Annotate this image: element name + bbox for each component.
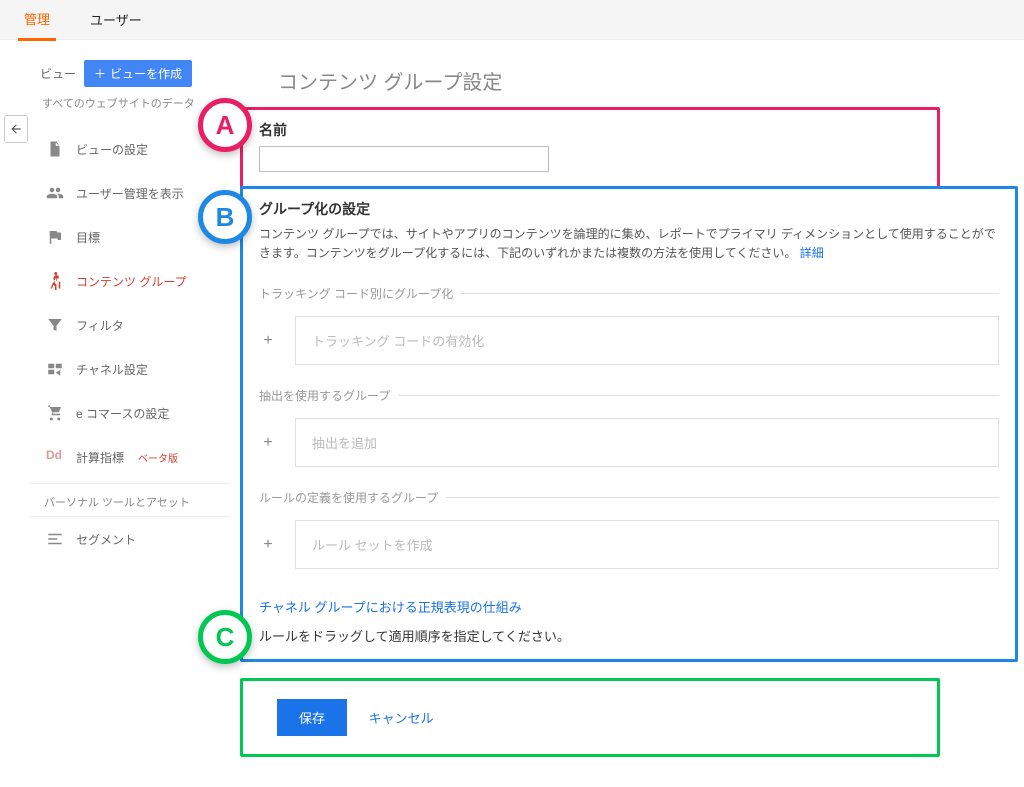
tab-user[interactable]: ユーザー: [84, 0, 148, 39]
group-by-extraction-title: 抽出を使用するグループ: [259, 387, 999, 404]
sidebar-item-calculated-metrics[interactable]: Dd 計算指標 ベータ版: [30, 435, 230, 479]
regex-link-row: チャネル グループにおける正規表現の仕組み: [259, 597, 999, 616]
tab-admin[interactable]: 管理: [18, 0, 56, 41]
left-gutter: [0, 40, 30, 787]
plus-icon: ＋: [94, 65, 106, 82]
filter-icon: [46, 316, 64, 334]
grouping-section: グループ化の設定 コンテンツ グループでは、サイトやアプリのコンテンツを論理的に…: [240, 186, 1018, 662]
grouping-desc-text: コンテンツ グループでは、サイトやアプリのコンテンツを論理的に集め、レポートでプ…: [259, 227, 996, 260]
name-label: 名前: [259, 120, 921, 140]
regex-help-link[interactable]: チャネル グループにおける正規表現の仕組み: [259, 600, 522, 615]
sidebar-item-label: セグメント: [76, 531, 136, 548]
sidebar-item-content-groups[interactable]: コンテンツ グループ: [30, 259, 230, 303]
sidebar-item-label: 目標: [76, 229, 100, 246]
sidebar-item-label: フィルタ: [76, 317, 124, 334]
personal-tools-header: パーソナル ツールとアセット: [30, 483, 230, 517]
sidebar: ビュー ＋ ビューを作成 すべてのウェブサイトのデータ ビューの設定 ユーザー管…: [30, 40, 230, 787]
add-extraction[interactable]: 抽出を追加: [295, 418, 999, 467]
back-button[interactable]: [4, 115, 28, 143]
drag-note: ルールをドラッグして適用順序を指定してください。: [259, 626, 999, 645]
group-by-tracking: トラッキング コード別にグループ化 + トラッキング コードの有効化: [259, 285, 999, 365]
segments-icon: [46, 530, 64, 548]
grouping-description: コンテンツ グループでは、サイトやアプリのコンテンツを論理的に集め、レポートでプ…: [259, 225, 999, 263]
nav-list: ビューの設定 ユーザー管理を表示 目標 コンテンツ グループ フィルタ チャネル…: [30, 127, 230, 479]
sidebar-item-label: 計算指標: [76, 449, 124, 466]
dd-icon: Dd: [46, 448, 64, 466]
create-rule-set[interactable]: ルール セットを作成: [295, 520, 999, 569]
enable-tracking-code[interactable]: トラッキング コードの有効化: [295, 316, 999, 365]
actions-section: 保存 キャンセル: [240, 678, 940, 757]
cart-icon: [46, 404, 64, 422]
sidebar-item-ecommerce[interactable]: e コマースの設定: [30, 391, 230, 435]
page-title: コンテンツ グループ設定: [278, 66, 1018, 95]
sidebar-item-label: コンテンツ グループ: [76, 273, 187, 290]
sidebar-item-label: ビューの設定: [76, 141, 148, 158]
sidebar-item-label: e コマースの設定: [76, 405, 169, 422]
group-by-extraction: 抽出を使用するグループ + 抽出を追加: [259, 387, 999, 467]
sidebar-item-segments[interactable]: セグメント: [30, 517, 230, 561]
sidebar-item-label: ユーザー管理を表示: [76, 185, 184, 202]
group-by-rules: ルールの定義を使用するグループ + ルール セットを作成: [259, 489, 999, 569]
save-button[interactable]: 保存: [277, 699, 347, 736]
sidebar-item-label: チャネル設定: [76, 361, 148, 378]
annotation-b: B: [198, 190, 252, 244]
channel-icon: [46, 360, 64, 378]
top-nav: 管理 ユーザー: [0, 0, 1024, 40]
annotation-a: A: [198, 98, 252, 152]
flag-icon: [46, 228, 64, 246]
name-section: 名前: [240, 107, 940, 189]
group-by-rules-title: ルールの定義を使用するグループ: [259, 489, 999, 506]
arrow-back-icon: [9, 122, 23, 136]
name-input[interactable]: [259, 146, 549, 172]
group-by-tracking-title: トラッキング コード別にグループ化: [259, 285, 999, 302]
users-icon: [46, 184, 64, 202]
plus-icon: +: [259, 332, 277, 350]
create-view-button[interactable]: ＋ ビューを作成: [84, 60, 192, 87]
plus-icon: +: [259, 434, 277, 452]
beta-badge: ベータ版: [138, 450, 178, 465]
details-link[interactable]: 詳細: [800, 246, 824, 260]
person-run-icon: [46, 272, 64, 290]
sidebar-item-filters[interactable]: フィルタ: [30, 303, 230, 347]
annotation-c: C: [198, 610, 252, 664]
sidebar-item-channel-settings[interactable]: チャネル設定: [30, 347, 230, 391]
plus-icon: +: [259, 536, 277, 554]
cancel-button[interactable]: キャンセル: [369, 708, 434, 727]
main-content: A B C コンテンツ グループ設定 名前 グループ化の設定 コンテンツ グルー…: [230, 40, 1024, 787]
grouping-title: グループ化の設定: [259, 199, 999, 219]
document-icon: [46, 140, 64, 158]
create-view-label: ビューを作成: [110, 65, 182, 82]
view-label: ビュー: [40, 65, 76, 82]
